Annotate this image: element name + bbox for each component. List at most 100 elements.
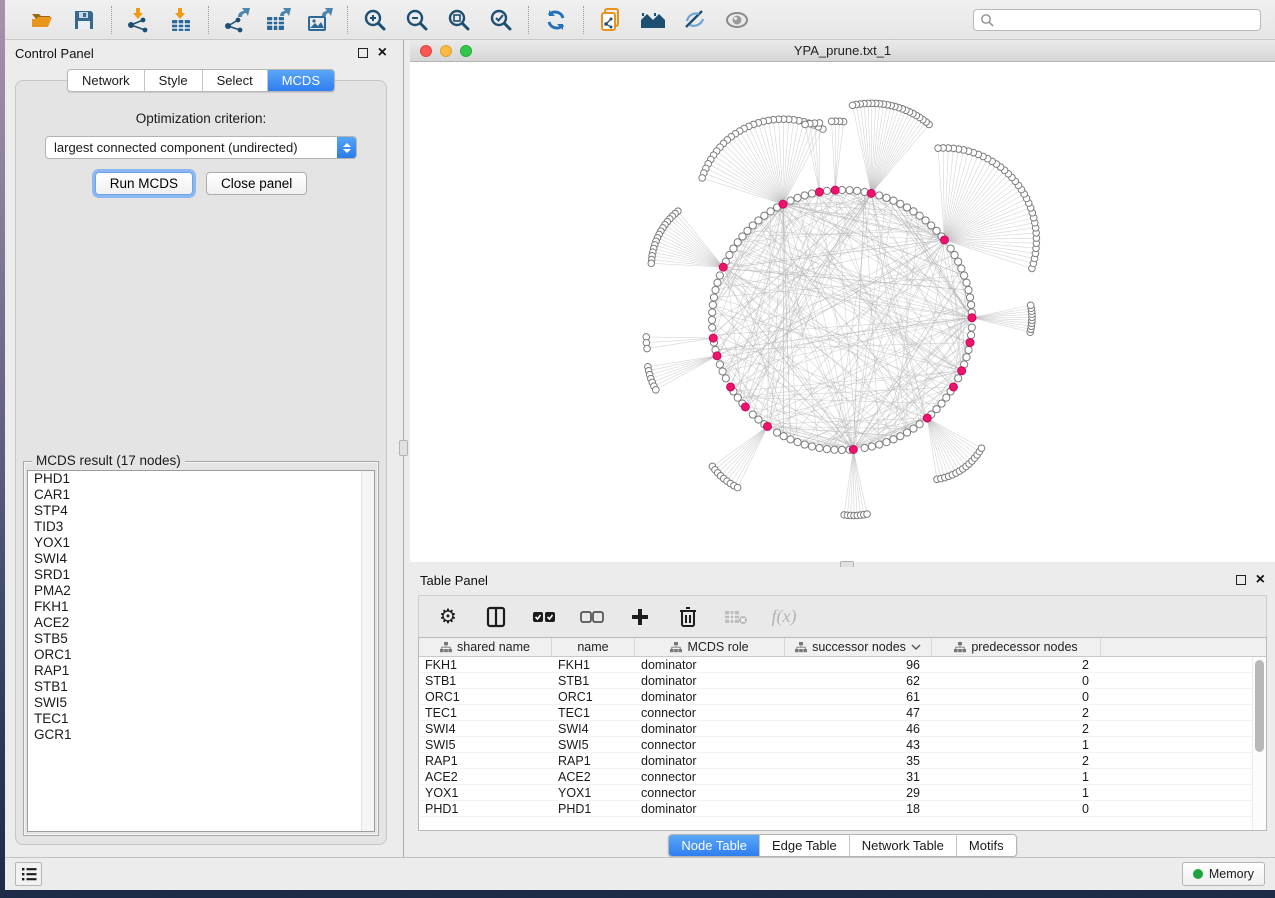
splitter-handle[interactable] — [399, 440, 408, 456]
mcds-node[interactable] — [940, 236, 948, 244]
table-scrollbar[interactable] — [1252, 657, 1266, 830]
network-node[interactable] — [876, 441, 883, 448]
network-node[interactable] — [965, 286, 972, 293]
import-table-icon[interactable] — [167, 6, 195, 34]
network-node[interactable] — [968, 331, 975, 338]
tab-node-table[interactable]: Node Table — [669, 835, 760, 856]
mcds-result-item[interactable]: SRD1 — [28, 567, 374, 583]
table-row[interactable]: RAP1RAP1dominator352 — [419, 753, 1252, 769]
close-table-panel-icon[interactable]: × — [1256, 575, 1265, 585]
deselect-all-icon[interactable] — [579, 604, 605, 630]
network-node[interactable] — [890, 197, 897, 204]
network-node[interactable] — [910, 208, 917, 215]
network-node[interactable] — [838, 446, 845, 453]
network-node[interactable] — [861, 444, 868, 451]
float-panel-icon[interactable] — [358, 48, 368, 58]
export-image-icon[interactable] — [306, 6, 334, 34]
tab-style[interactable]: Style — [145, 70, 203, 91]
network-node[interactable] — [653, 386, 660, 393]
home-icon[interactable] — [639, 6, 667, 34]
mcds-node[interactable] — [831, 186, 839, 194]
network-node[interactable] — [968, 301, 975, 308]
tab-network[interactable]: Network — [68, 70, 145, 91]
network-node[interactable] — [963, 354, 970, 361]
network-node[interactable] — [787, 197, 794, 204]
network-node[interactable] — [958, 265, 965, 272]
vertical-splitter[interactable] — [397, 40, 410, 857]
network-node[interactable] — [712, 286, 719, 293]
network-node[interactable] — [710, 294, 717, 301]
mcds-result-list[interactable]: PHD1CAR1STP4TID3YOX1SWI4SRD1PMA2FKH1ACE2… — [27, 470, 375, 832]
mcds-node[interactable] — [958, 367, 966, 375]
network-node[interactable] — [883, 194, 890, 201]
zoom-selected-icon[interactable] — [487, 6, 515, 34]
table-row[interactable]: ORC1ORC1dominator610 — [419, 689, 1252, 705]
network-node[interactable] — [1027, 302, 1034, 309]
mcds-result-item[interactable]: GCR1 — [28, 727, 374, 743]
table-row[interactable]: SWI4SWI4dominator462 — [419, 721, 1252, 737]
mcds-node[interactable] — [867, 189, 875, 197]
export-table-icon[interactable] — [264, 6, 292, 34]
network-node[interactable] — [951, 251, 958, 258]
mcds-node[interactable] — [719, 263, 727, 271]
save-session-icon[interactable] — [70, 6, 98, 34]
close-panel-icon[interactable]: × — [378, 48, 387, 58]
network-node[interactable] — [868, 443, 875, 450]
network-node[interactable] — [730, 245, 737, 252]
network-node[interactable] — [709, 324, 716, 331]
network-node[interactable] — [897, 200, 904, 207]
network-node[interactable] — [709, 309, 716, 316]
import-network-icon[interactable] — [125, 6, 153, 34]
network-node[interactable] — [916, 421, 923, 428]
search-field[interactable] — [973, 9, 1261, 31]
memory-button[interactable]: Memory — [1182, 862, 1265, 886]
network-node[interactable] — [722, 375, 729, 382]
network-node[interactable] — [734, 484, 741, 491]
zoom-out-icon[interactable] — [403, 6, 431, 34]
network-node[interactable] — [794, 439, 801, 446]
mcds-result-item[interactable]: SWI5 — [28, 695, 374, 711]
network-node[interactable] — [787, 436, 794, 443]
network-node[interactable] — [709, 301, 716, 308]
float-table-panel-icon[interactable] — [1236, 575, 1246, 585]
network-node[interactable] — [965, 346, 972, 353]
network-node[interactable] — [714, 279, 721, 286]
table-row[interactable]: ACE2ACE2connector311 — [419, 769, 1252, 785]
mcds-result-item[interactable]: FKH1 — [28, 599, 374, 615]
mcds-result-item[interactable]: RAP1 — [28, 663, 374, 679]
mcds-node[interactable] — [741, 403, 749, 411]
zoom-fit-icon[interactable] — [445, 6, 473, 34]
refresh-icon[interactable] — [542, 6, 570, 34]
mcds-result-item[interactable]: STB1 — [28, 679, 374, 695]
export-network-icon[interactable] — [222, 6, 250, 34]
mcds-result-item[interactable]: ACE2 — [28, 615, 374, 631]
mcds-result-item[interactable]: PMA2 — [28, 583, 374, 599]
tab-select[interactable]: Select — [203, 70, 268, 91]
network-node[interactable] — [808, 443, 815, 450]
open-file-icon[interactable] — [28, 6, 56, 34]
network-node[interactable] — [846, 187, 853, 194]
mcds-result-item[interactable]: STP4 — [28, 503, 374, 519]
network-node[interactable] — [816, 444, 823, 451]
mcds-node[interactable] — [779, 200, 787, 208]
network-node[interactable] — [955, 375, 962, 382]
tab-motifs[interactable]: Motifs — [957, 835, 1016, 856]
tab-edge-table[interactable]: Edge Table — [760, 835, 850, 856]
mcds-node[interactable] — [815, 188, 823, 196]
network-node[interactable] — [773, 429, 780, 436]
criterion-dropdown[interactable]: largest connected component (undirected) — [45, 136, 357, 159]
network-canvas[interactable] — [410, 62, 1275, 562]
network-node[interactable] — [903, 204, 910, 211]
network-node[interactable] — [802, 121, 809, 128]
gear-icon[interactable]: ⚙ — [435, 604, 461, 630]
table-row[interactable]: YOX1YOX1connector291 — [419, 785, 1252, 801]
network-node[interactable] — [853, 187, 860, 194]
mcds-node[interactable] — [966, 339, 974, 347]
tab-mcds[interactable]: MCDS — [268, 70, 334, 91]
network-node[interactable] — [708, 316, 715, 323]
column-header-successor-nodes[interactable]: successor nodes — [785, 638, 932, 656]
network-node[interactable] — [947, 245, 954, 252]
mcds-node[interactable] — [763, 422, 771, 430]
network-node[interactable] — [794, 194, 801, 201]
network-node[interactable] — [968, 324, 975, 331]
